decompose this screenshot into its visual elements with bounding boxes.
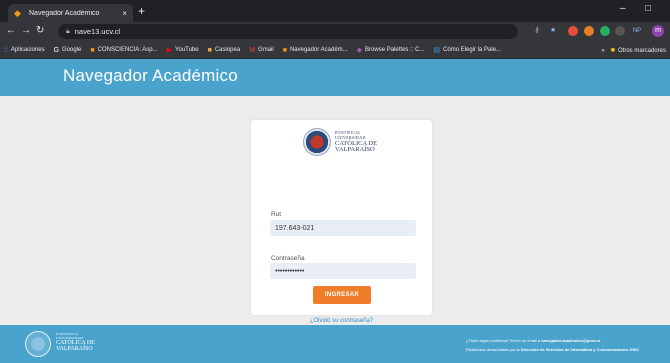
star-icon[interactable]: ★: [548, 26, 558, 36]
bookmark-item[interactable]: ▶ YouTube: [167, 46, 199, 54]
bookmark-icon: ■: [90, 46, 95, 54]
bookmark-item[interactable]: ■ Casiopea: [208, 47, 241, 54]
forward-arrow-icon[interactable]: →: [21, 25, 31, 36]
dsic-link[interactable]: Dirección de Servicios de Informática y …: [521, 347, 639, 352]
bookmark-item[interactable]: ■ Navegador Académ...: [283, 47, 348, 54]
bookmark-label: Casiopea: [214, 47, 241, 53]
folder-icon: ■: [610, 47, 615, 54]
apps-icon: ⁞⁞: [4, 46, 8, 54]
extension-adblock-icon[interactable]: [568, 26, 578, 36]
login-card: PONTIFICIA UNIVERSIDAD CATÓLICA DE VALPA…: [251, 120, 432, 324]
reload-icon[interactable]: ↻: [36, 25, 44, 36]
rut-input[interactable]: [270, 220, 416, 236]
bookmark-label: Google: [62, 47, 82, 53]
bookmark-label: Aplicaciones: [10, 47, 45, 53]
bookmark-label: Browse Palettes :: C...: [365, 47, 425, 53]
address-bar[interactable]: 🔒︎ nave13.ucv.cl: [58, 24, 518, 39]
palette-icon: ◆: [356, 47, 363, 54]
tab-close-icon[interactable]: ×: [122, 9, 127, 18]
bookmark-label: Gmail: [258, 47, 274, 53]
tab-title: Navegador Académico: [29, 9, 100, 17]
browser-toolbar: ← → ↻ 🔒︎ nave13.ucv.cl ⚷ ★ NP m: [0, 22, 670, 42]
youtube-icon: ▶: [166, 47, 173, 54]
bookmark-label: Cómo Elegir la Pale...: [443, 47, 502, 53]
lock-icon: 🔒︎: [66, 27, 70, 35]
doc-icon: ▤: [433, 47, 441, 54]
footer-help-line: ¿Tiene algún problema? Envíe un email a …: [466, 338, 601, 343]
new-tab-button[interactable]: +: [138, 4, 145, 18]
site-footer: PONTIFICIA UNIVERSIDAD CATÓLICA DE VALPA…: [0, 325, 670, 363]
password-input[interactable]: [270, 263, 416, 279]
extension-np-icon[interactable]: NP: [632, 26, 642, 36]
bookmark-item[interactable]: ■ CONSCIENCIA: Asp...: [90, 47, 157, 54]
footer-credit-line: Plataforma desarrollada por la Dirección…: [466, 347, 640, 352]
other-bookmarks-folder[interactable]: ■ Otros marcadores: [611, 47, 666, 54]
extension-green-icon[interactable]: [600, 26, 610, 36]
bookmark-item[interactable]: G Google: [54, 47, 82, 54]
main-content: PONTIFICIA UNIVERSIDAD CATÓLICA DE VALPA…: [0, 96, 670, 325]
minimize-icon[interactable]: –: [620, 3, 626, 14]
browser-tab[interactable]: ◆ Navegador Académico ×: [8, 4, 133, 22]
support-email-link[interactable]: navegador.academico@pucv.cl: [541, 338, 600, 343]
rut-label: Rut: [271, 211, 282, 218]
bookmarks-bar: ⁞⁞ Aplicaciones G Google ■ CONSCIENCIA: Asp..…: [0, 42, 670, 59]
bookmark-label: YouTube: [175, 47, 199, 53]
university-seal-icon: [303, 128, 331, 156]
bookmarks-overflow-button[interactable]: »: [601, 48, 604, 54]
profile-avatar[interactable]: m: [652, 25, 664, 37]
bookmark-item[interactable]: ⁞⁞ Aplicaciones: [4, 47, 45, 54]
password-label: Contraseña: [271, 255, 305, 262]
footer-info: ¿Tiene algún problema? Envíe un email a …: [466, 336, 639, 354]
footer-seal-icon: [25, 331, 51, 357]
university-name: PONTIFICIA UNIVERSIDAD CATÓLICA DE VALPA…: [335, 129, 378, 153]
bookmark-item[interactable]: M Gmail: [249, 47, 274, 54]
extension-puzzle-icon[interactable]: [615, 26, 625, 36]
submit-button[interactable]: INGRESAR: [313, 286, 371, 304]
bookmark-item[interactable]: ◆ Browse Palettes :: C...: [357, 46, 425, 54]
bookmark-icon: ■: [207, 46, 212, 54]
footer-university-name: PONTIFICIA UNIVERSIDAD CATÓLICA DE VALPA…: [56, 332, 95, 352]
university-logo: PONTIFICIA UNIVERSIDAD CATÓLICA DE VALPA…: [303, 128, 377, 156]
forgot-password-link[interactable]: ¿Olvidó su contraseña?: [251, 318, 432, 324]
site-favicon-icon: ◆: [14, 7, 21, 18]
gmail-icon: M: [249, 46, 256, 54]
back-arrow-icon[interactable]: ←: [6, 25, 16, 36]
bookmark-label: CONSCIENCIA: Asp...: [97, 47, 158, 53]
browser-tab-strip: ◆ Navegador Académico × + – □: [0, 0, 670, 22]
extension-icon[interactable]: [584, 26, 594, 36]
bookmark-label: Navegador Académ...: [289, 47, 348, 53]
google-icon: G: [53, 46, 60, 54]
site-title: Navegador Académico: [63, 66, 238, 85]
url-text: nave13.ucv.cl: [74, 27, 121, 36]
maximize-icon[interactable]: □: [645, 3, 651, 14]
key-icon[interactable]: ⚷: [532, 26, 542, 36]
bookmark-item[interactable]: ▤ Cómo Elegir la Pale...: [433, 46, 501, 54]
site-header: Navegador Académico: [0, 59, 670, 96]
bookmark-icon: ■: [282, 46, 287, 54]
